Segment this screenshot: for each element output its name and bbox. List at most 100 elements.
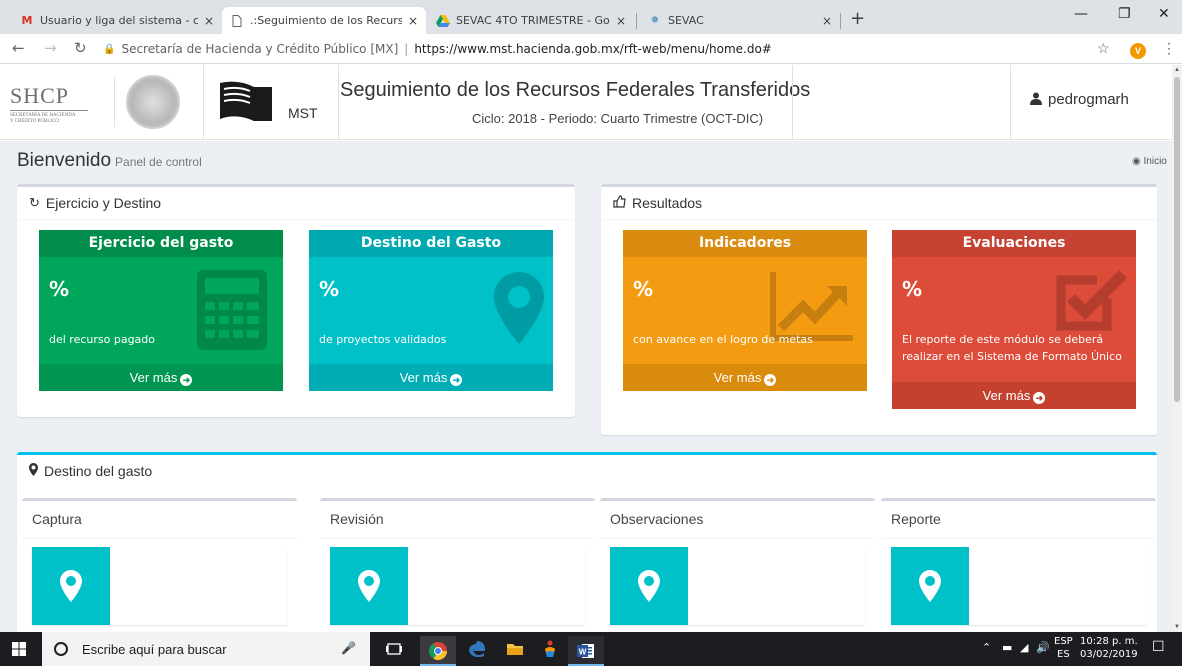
mini-box-title: Reporte [891,511,941,527]
tab-sevac[interactable]: ✵ SEVAC × [640,7,840,34]
map-marker-icon [891,547,969,625]
file-explorer-icon[interactable] [505,639,525,659]
welcome-subtitle: Panel de control [115,155,202,169]
info-box [610,547,865,625]
language-indicator[interactable]: ESP ES [1054,635,1073,661]
network-icon[interactable]: ▬ [1002,641,1012,654]
reporte-box[interactable]: Reporte [881,498,1156,632]
scroll-up-icon[interactable]: ▲ [1174,67,1180,73]
reload-icon[interactable]: ↻ [74,39,87,57]
address-bar: ← → ↻ 🔒 Secretaría de Hacienda y Crédito… [0,34,1182,64]
card-title: Indicadores [623,230,867,257]
card-ejercicio-gasto: Ejercicio del gasto % del recurso pagado… [39,230,283,391]
new-tab-button[interactable]: + [850,8,865,29]
header-divider [203,65,204,140]
clock-time: 10:28 p. m. [1080,636,1138,647]
close-tab-icon[interactable]: × [822,14,832,28]
close-window-button[interactable]: ✕ [1158,6,1170,22]
shcp-logo: SHCP Secretaría de Hacienda y Crédito Pú… [10,83,105,125]
calculator-icon [197,270,267,355]
box-divider [22,538,297,539]
system-title: Seguimiento de los Recursos Federales Tr… [340,79,811,101]
arrow-circle-right-icon: ➜ [450,374,463,386]
card-evaluaciones: Evaluaciones % El reporte de este módulo… [892,230,1136,409]
ver-mas-link[interactable]: Ver más ➜ [892,382,1136,409]
edge-icon[interactable] [467,639,487,659]
restore-button[interactable]: ❐ [1118,6,1131,22]
mini-box-title: Revisión [330,511,384,527]
windows-start-icon[interactable] [12,642,26,656]
windows-taskbar: Escribe aquí para buscar 🎤 W ⌃ ▬ ◢ 🔊 ESP… [0,632,1182,666]
forward-icon[interactable]: → [44,39,57,57]
word-taskbar-icon[interactable]: W [568,636,604,666]
close-tab-icon[interactable]: × [616,14,626,28]
username: pedrogmarh [1048,91,1129,108]
tab-separator [840,13,841,29]
scroll-down-icon[interactable]: ▼ [1174,624,1180,630]
card-title: Evaluaciones [892,230,1136,257]
chrome-taskbar-icon[interactable] [420,636,456,666]
search-placeholder: Escribe aquí para buscar [82,641,227,657]
wifi-icon[interactable]: ◢ [1020,641,1028,654]
tab-gmail[interactable]: M Usuario y liga del sistema - conta × [12,7,222,34]
box-title: Resultados [613,195,702,211]
ver-mas-label: Ver más [129,370,178,385]
system-clock[interactable]: 10:28 p. m. 03/02/2019 [1080,635,1138,661]
refresh-icon: ↻ [29,195,40,210]
ver-mas-link[interactable]: Ver más ➜ [309,364,553,391]
tab-title: SEVAC [668,14,704,27]
url-field[interactable]: 🔒 Secretaría de Hacienda y Crédito Públi… [103,38,1123,60]
card-percent: % [49,277,70,301]
info-box [32,547,287,625]
observaciones-box[interactable]: Observaciones [600,498,875,632]
breadcrumb[interactable]: ◉ Inicio [1132,156,1167,167]
minimize-button[interactable]: — [1074,6,1088,22]
box-title-text: Ejercicio y Destino [45,195,162,211]
microphone-icon[interactable]: 🎤 [341,641,356,655]
user-menu[interactable]: pedrogmarh [1030,91,1129,108]
card-description: de proyectos validados [319,333,447,346]
page-scrollbar[interactable]: ▲ ▼ [1172,65,1182,632]
tab-seguimiento[interactable]: .:Seguimiento de los Recursos Fe × [222,7,426,34]
site-identity: Secretaría de Hacienda y Crédito Público… [121,42,399,56]
ver-mas-link[interactable]: Ver más ➜ [623,364,867,391]
breadcrumb-home: Inicio [1143,156,1167,167]
page-title: Bienvenido Panel de control [17,150,202,172]
drive-icon [436,14,450,28]
notifications-icon[interactable]: ☐ [1152,639,1165,655]
map-marker-icon [330,547,408,625]
box-divider [17,219,575,220]
tab-sevac-drive[interactable]: SEVAC 4TO TRIMESTRE - Google × [428,7,634,34]
box-title: ↻ Ejercicio y Destino [29,195,161,211]
logo-divider [114,77,115,127]
tab-title: SEVAC 4TO TRIMESTRE - Google [456,14,610,27]
revision-box[interactable]: Revisión [320,498,595,632]
resultados-box: Resultados Indicadores % con avance en e… [601,184,1157,435]
scrollbar-thumb[interactable] [1174,77,1180,402]
map-marker-icon [32,547,110,625]
volume-icon[interactable]: 🔊 [1036,641,1050,654]
back-icon[interactable]: ← [12,39,25,57]
profile-avatar[interactable]: V [1130,43,1146,59]
box-divider [601,219,1157,220]
tab-title: Usuario y liga del sistema - conta [40,14,198,27]
close-tab-icon[interactable]: × [408,14,418,28]
taskbar-search-input[interactable]: Escribe aquí para buscar 🎤 [42,632,370,666]
header-divider [792,65,793,140]
shcp-logo-text: SHCP [10,83,70,108]
page-icon [230,14,244,28]
close-tab-icon[interactable]: × [204,14,214,28]
card-percent: % [319,277,340,301]
bookmark-star-icon[interactable]: ☆ [1097,40,1110,57]
tab-title: .:Seguimiento de los Recursos Fe [250,14,402,27]
show-hidden-icons-icon[interactable]: ⌃ [982,641,991,654]
browser-menu-icon[interactable]: ⋮ [1162,40,1176,57]
task-view-icon[interactable] [384,639,404,659]
card-indicadores: Indicadores % con avance en el logro de … [623,230,867,391]
svg-text:W: W [579,648,587,657]
ver-mas-link[interactable]: Ver más ➜ [39,364,283,391]
clock-date: 03/02/2019 [1080,649,1138,660]
app-taskbar-icon[interactable] [540,639,560,659]
keyboard-layout: ES [1057,649,1070,660]
captura-box[interactable]: Captura [22,498,297,632]
